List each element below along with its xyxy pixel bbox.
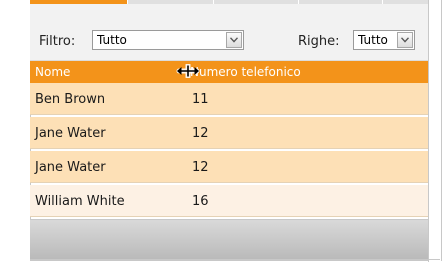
filter-select[interactable]: Tutto [92,30,244,50]
bottom-border [30,259,440,260]
cell-name: Jane Water [35,160,106,175]
table-row[interactable]: Ben Brown 11 [30,83,428,115]
right-panel-edge [428,0,441,262]
cell-name: Ben Brown [35,92,106,107]
column-header-phone[interactable]: Numero telefonico [190,65,301,79]
cell-phone: 12 [192,160,209,175]
rows-select-value: Tutto [358,33,388,47]
cell-name: Jane Water [35,126,106,141]
rows-label: Righe: [298,34,340,49]
column-header-name[interactable]: Nome [35,65,70,79]
cell-name: William White [35,194,125,209]
table-row[interactable]: William White 16 [30,185,428,217]
filter-toolbar: Filtro: Tutto Righe: Tutto [30,4,428,61]
chevron-down-icon [230,37,238,43]
table-row[interactable]: Jane Water 12 [30,117,428,149]
rows-select[interactable]: Tutto [353,30,415,50]
cell-phone: 16 [192,194,209,209]
table-row[interactable]: Jane Water 12 [30,151,428,183]
filter-label: Filtro: [39,34,76,49]
filter-select-value: Tutto [97,33,127,47]
table-header: Nome Numero telefonico [30,61,428,83]
cell-phone: 11 [192,92,209,107]
filter-dropdown-button[interactable] [226,32,242,48]
chevron-down-icon [401,37,409,43]
column-resize-icon[interactable] [176,64,200,78]
table-footer [30,219,428,260]
cell-phone: 12 [192,126,209,141]
rows-dropdown-button[interactable] [397,32,413,48]
